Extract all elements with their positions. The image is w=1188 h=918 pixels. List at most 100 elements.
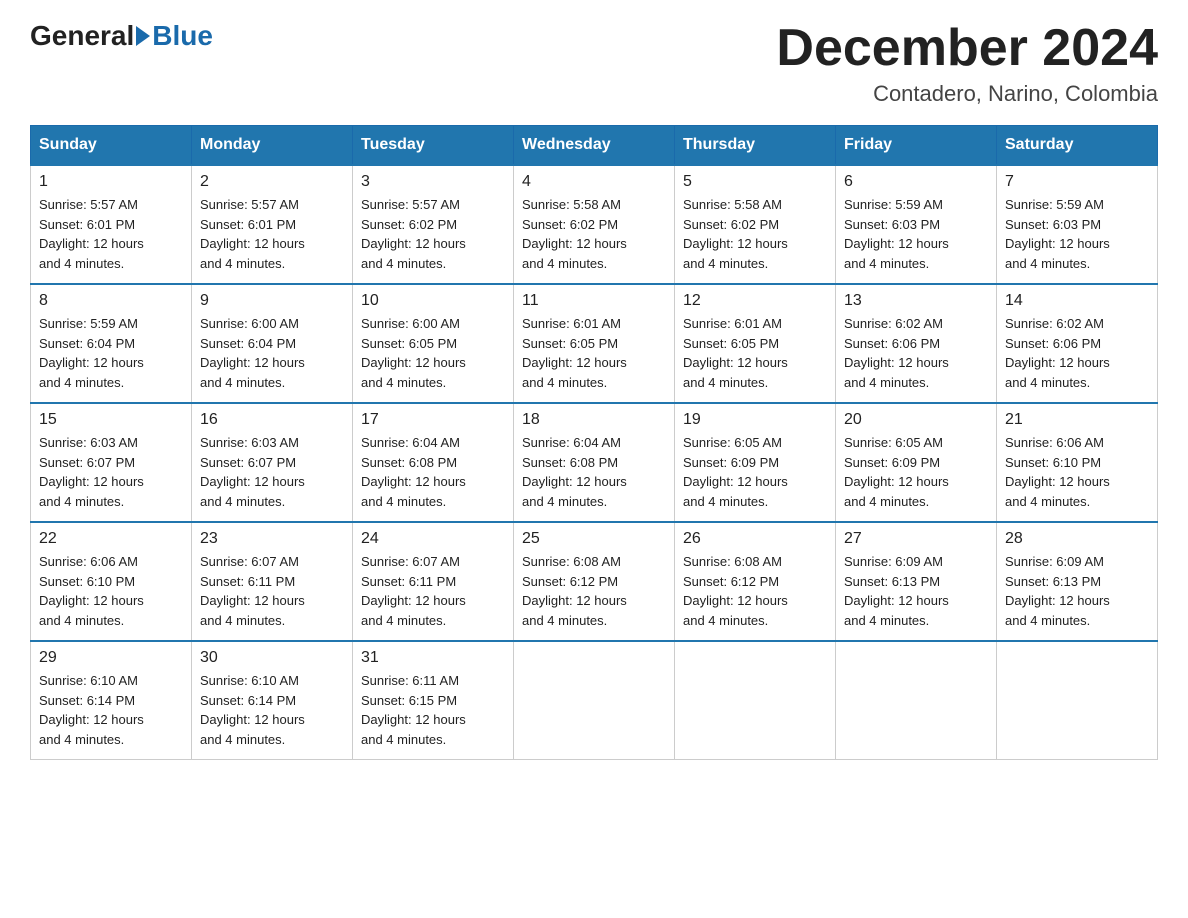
calendar-cell: 30 Sunrise: 6:10 AMSunset: 6:14 PMDayligh… xyxy=(192,641,353,760)
calendar-cell: 31 Sunrise: 6:11 AMSunset: 6:15 PMDayligh… xyxy=(353,641,514,760)
calendar-cell: 27 Sunrise: 6:09 AMSunset: 6:13 PMDayligh… xyxy=(836,522,997,641)
calendar-cell: 19 Sunrise: 6:05 AMSunset: 6:09 PMDayligh… xyxy=(675,403,836,522)
day-info: Sunrise: 6:11 AMSunset: 6:15 PMDaylight:… xyxy=(361,671,505,749)
day-info: Sunrise: 6:08 AMSunset: 6:12 PMDaylight:… xyxy=(522,552,666,630)
header-wednesday: Wednesday xyxy=(514,126,675,166)
day-number: 25 xyxy=(522,530,666,548)
header-row: SundayMondayTuesdayWednesdayThursdayFrid… xyxy=(31,126,1158,166)
calendar-cell xyxy=(675,641,836,760)
day-number: 6 xyxy=(844,173,988,191)
day-info: Sunrise: 6:04 AMSunset: 6:08 PMDaylight:… xyxy=(522,433,666,511)
day-info: Sunrise: 6:00 AMSunset: 6:04 PMDaylight:… xyxy=(200,314,344,392)
day-number: 20 xyxy=(844,411,988,429)
header-tuesday: Tuesday xyxy=(353,126,514,166)
calendar-cell: 16 Sunrise: 6:03 AMSunset: 6:07 PMDayligh… xyxy=(192,403,353,522)
calendar-cell: 13 Sunrise: 6:02 AMSunset: 6:06 PMDayligh… xyxy=(836,284,997,403)
logo-arrow-icon xyxy=(136,26,150,46)
day-number: 23 xyxy=(200,530,344,548)
day-number: 12 xyxy=(683,292,827,310)
page-header: General Blue December 2024 Contadero, Na… xyxy=(30,20,1158,107)
calendar-cell xyxy=(514,641,675,760)
day-number: 21 xyxy=(1005,411,1149,429)
calendar-cell: 8 Sunrise: 5:59 AMSunset: 6:04 PMDaylight… xyxy=(31,284,192,403)
calendar-cell: 21 Sunrise: 6:06 AMSunset: 6:10 PMDayligh… xyxy=(997,403,1158,522)
day-info: Sunrise: 5:59 AMSunset: 6:03 PMDaylight:… xyxy=(1005,195,1149,273)
calendar-cell: 23 Sunrise: 6:07 AMSunset: 6:11 PMDayligh… xyxy=(192,522,353,641)
day-info: Sunrise: 6:09 AMSunset: 6:13 PMDaylight:… xyxy=(844,552,988,630)
week-row-2: 8 Sunrise: 5:59 AMSunset: 6:04 PMDaylight… xyxy=(31,284,1158,403)
calendar-cell: 12 Sunrise: 6:01 AMSunset: 6:05 PMDayligh… xyxy=(675,284,836,403)
day-info: Sunrise: 5:57 AMSunset: 6:01 PMDaylight:… xyxy=(200,195,344,273)
day-info: Sunrise: 5:57 AMSunset: 6:02 PMDaylight:… xyxy=(361,195,505,273)
week-row-1: 1 Sunrise: 5:57 AMSunset: 6:01 PMDaylight… xyxy=(31,165,1158,284)
day-info: Sunrise: 5:59 AMSunset: 6:04 PMDaylight:… xyxy=(39,314,183,392)
day-info: Sunrise: 6:01 AMSunset: 6:05 PMDaylight:… xyxy=(522,314,666,392)
day-number: 8 xyxy=(39,292,183,310)
day-number: 30 xyxy=(200,649,344,667)
calendar-cell: 15 Sunrise: 6:03 AMSunset: 6:07 PMDayligh… xyxy=(31,403,192,522)
day-number: 5 xyxy=(683,173,827,191)
title-area: December 2024 Contadero, Narino, Colombi… xyxy=(776,20,1158,107)
day-number: 7 xyxy=(1005,173,1149,191)
calendar-cell: 2 Sunrise: 5:57 AMSunset: 6:01 PMDaylight… xyxy=(192,165,353,284)
day-info: Sunrise: 6:10 AMSunset: 6:14 PMDaylight:… xyxy=(200,671,344,749)
logo-general-text: General xyxy=(30,20,134,52)
day-info: Sunrise: 6:07 AMSunset: 6:11 PMDaylight:… xyxy=(200,552,344,630)
day-info: Sunrise: 6:06 AMSunset: 6:10 PMDaylight:… xyxy=(1005,433,1149,511)
day-number: 10 xyxy=(361,292,505,310)
day-number: 3 xyxy=(361,173,505,191)
month-title: December 2024 xyxy=(776,20,1158,77)
day-info: Sunrise: 6:05 AMSunset: 6:09 PMDaylight:… xyxy=(683,433,827,511)
day-number: 9 xyxy=(200,292,344,310)
calendar-cell: 29 Sunrise: 6:10 AMSunset: 6:14 PMDayligh… xyxy=(31,641,192,760)
day-number: 31 xyxy=(361,649,505,667)
calendar-cell xyxy=(997,641,1158,760)
day-info: Sunrise: 6:02 AMSunset: 6:06 PMDaylight:… xyxy=(844,314,988,392)
day-number: 11 xyxy=(522,292,666,310)
day-number: 26 xyxy=(683,530,827,548)
calendar-cell: 5Sunrise: 5:58 AMSunset: 6:02 PMDaylight… xyxy=(675,165,836,284)
calendar-cell: 28Sunrise: 6:09 AMSunset: 6:13 PMDayligh… xyxy=(997,522,1158,641)
calendar-cell: 1 Sunrise: 5:57 AMSunset: 6:01 PMDaylight… xyxy=(31,165,192,284)
day-number: 18 xyxy=(522,411,666,429)
day-number: 2 xyxy=(200,173,344,191)
day-info: Sunrise: 6:00 AMSunset: 6:05 PMDaylight:… xyxy=(361,314,505,392)
day-info: Sunrise: 5:57 AMSunset: 6:01 PMDaylight:… xyxy=(39,195,183,273)
day-info: Sunrise: 5:58 AMSunset: 6:02 PMDaylight:… xyxy=(522,195,666,273)
day-number: 16 xyxy=(200,411,344,429)
day-info: Sunrise: 6:03 AMSunset: 6:07 PMDaylight:… xyxy=(39,433,183,511)
calendar-cell: 20Sunrise: 6:05 AMSunset: 6:09 PMDayligh… xyxy=(836,403,997,522)
logo: General Blue xyxy=(30,20,213,52)
calendar-cell: 9 Sunrise: 6:00 AMSunset: 6:04 PMDaylight… xyxy=(192,284,353,403)
header-friday: Friday xyxy=(836,126,997,166)
day-number: 19 xyxy=(683,411,827,429)
day-info: Sunrise: 6:01 AMSunset: 6:05 PMDaylight:… xyxy=(683,314,827,392)
calendar-cell: 14Sunrise: 6:02 AMSunset: 6:06 PMDayligh… xyxy=(997,284,1158,403)
week-row-4: 22 Sunrise: 6:06 AMSunset: 6:10 PMDayligh… xyxy=(31,522,1158,641)
header-saturday: Saturday xyxy=(997,126,1158,166)
day-info: Sunrise: 6:06 AMSunset: 6:10 PMDaylight:… xyxy=(39,552,183,630)
calendar-cell: 10 Sunrise: 6:00 AMSunset: 6:05 PMDayligh… xyxy=(353,284,514,403)
day-number: 4 xyxy=(522,173,666,191)
day-number: 29 xyxy=(39,649,183,667)
day-number: 27 xyxy=(844,530,988,548)
location-subtitle: Contadero, Narino, Colombia xyxy=(776,81,1158,107)
calendar-cell: 17Sunrise: 6:04 AMSunset: 6:08 PMDayligh… xyxy=(353,403,514,522)
logo-blue-text: Blue xyxy=(152,20,213,52)
day-number: 28 xyxy=(1005,530,1149,548)
week-row-5: 29 Sunrise: 6:10 AMSunset: 6:14 PMDayligh… xyxy=(31,641,1158,760)
day-number: 1 xyxy=(39,173,183,191)
day-info: Sunrise: 6:03 AMSunset: 6:07 PMDaylight:… xyxy=(200,433,344,511)
day-number: 15 xyxy=(39,411,183,429)
header-monday: Monday xyxy=(192,126,353,166)
calendar-cell: 3 Sunrise: 5:57 AMSunset: 6:02 PMDaylight… xyxy=(353,165,514,284)
day-info: Sunrise: 6:10 AMSunset: 6:14 PMDaylight:… xyxy=(39,671,183,749)
calendar-cell: 25 Sunrise: 6:08 AMSunset: 6:12 PMDayligh… xyxy=(514,522,675,641)
calendar-cell: 24Sunrise: 6:07 AMSunset: 6:11 PMDayligh… xyxy=(353,522,514,641)
day-info: Sunrise: 5:59 AMSunset: 6:03 PMDaylight:… xyxy=(844,195,988,273)
day-number: 22 xyxy=(39,530,183,548)
day-number: 13 xyxy=(844,292,988,310)
header-sunday: Sunday xyxy=(31,126,192,166)
day-info: Sunrise: 6:02 AMSunset: 6:06 PMDaylight:… xyxy=(1005,314,1149,392)
calendar-table: SundayMondayTuesdayWednesdayThursdayFrid… xyxy=(30,125,1158,760)
